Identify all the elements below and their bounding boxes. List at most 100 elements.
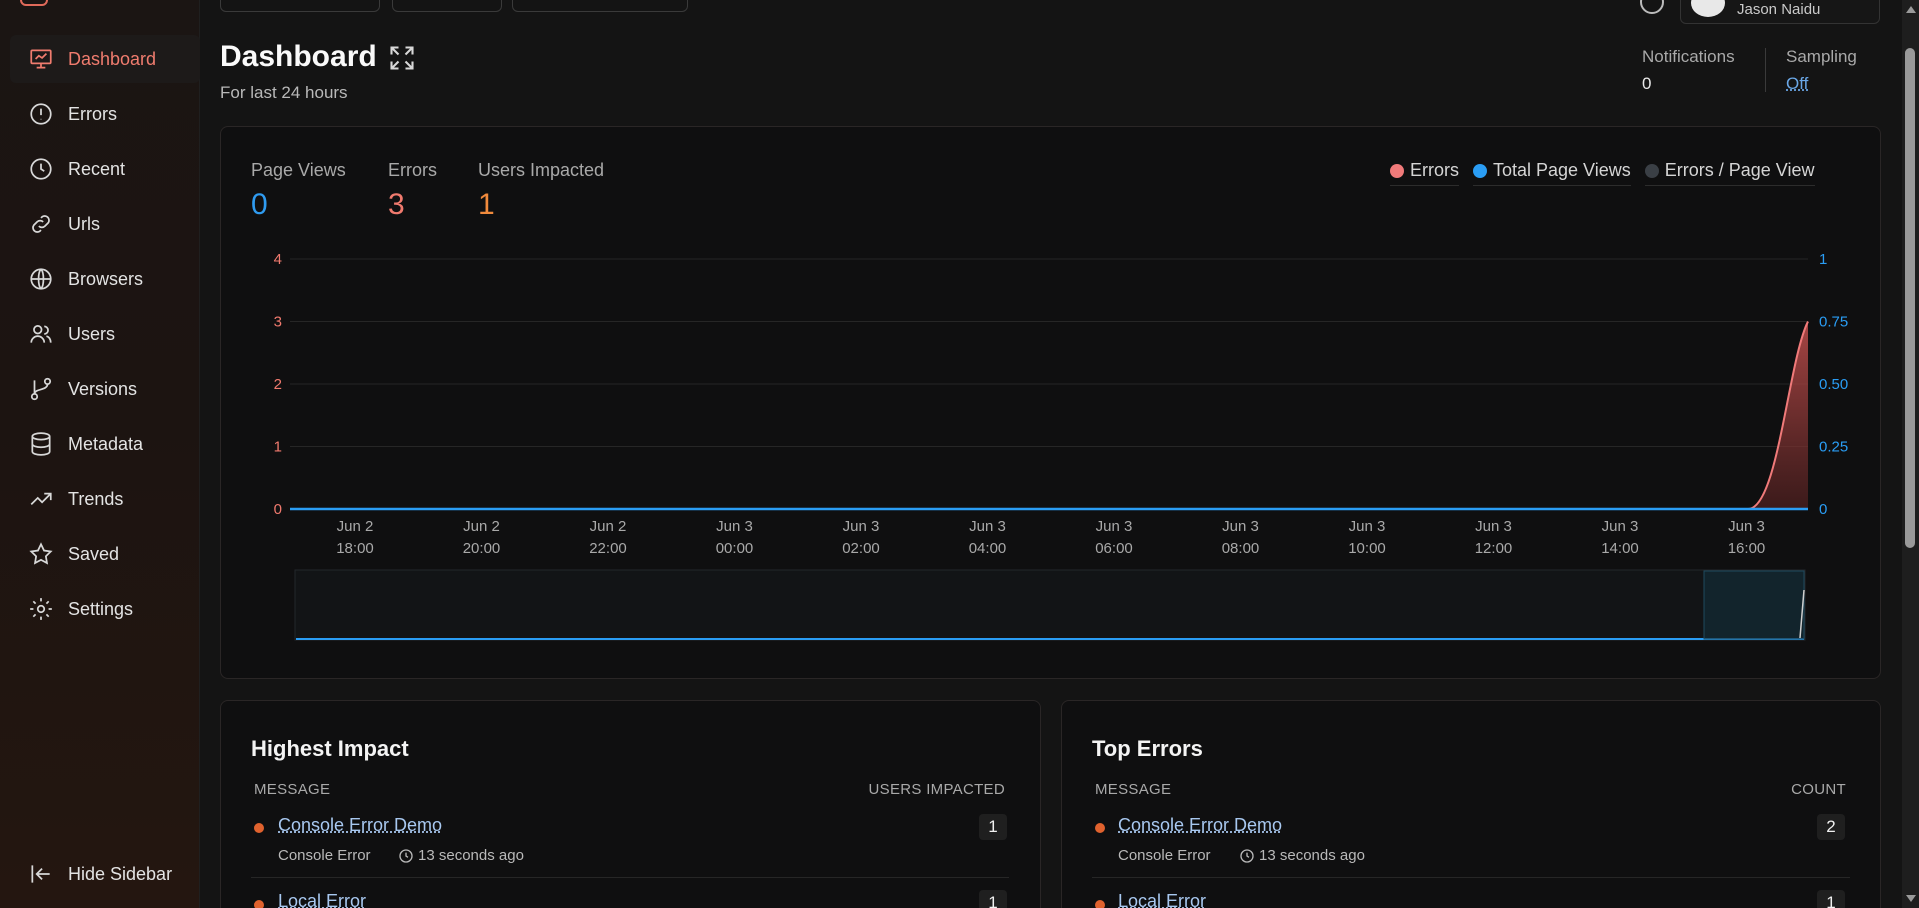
- time-range-control[interactable]: [392, 0, 502, 12]
- sidebar-item-users[interactable]: Users: [10, 310, 200, 358]
- kpi-errors-label: Errors: [388, 160, 437, 180]
- legend-swatch: [1644, 163, 1659, 178]
- sidebar-item-recent[interactable]: Recent: [10, 145, 200, 193]
- error-type: Console Error: [1118, 847, 1211, 864]
- dashboard-icon: [30, 49, 52, 69]
- logo-icon[interactable]: [20, 0, 48, 6]
- error-message-link[interactable]: Console Error Demo: [278, 815, 442, 836]
- top-errors-title: Top Errors: [1092, 736, 1203, 761]
- sidebar-item-label: Errors: [68, 103, 117, 124]
- legend-label: Errors: [1410, 160, 1459, 180]
- error-time: 13 seconds ago: [398, 847, 524, 864]
- kpi-page-views-label: Page Views: [251, 160, 346, 180]
- filter-control[interactable]: [220, 0, 380, 12]
- sidebar-item-label: Users: [68, 323, 116, 344]
- chart-card: [220, 126, 1881, 679]
- search-icon[interactable]: [1640, 0, 1664, 14]
- globe-icon: [30, 268, 52, 290]
- sidebar-item-saved[interactable]: Saved: [10, 530, 200, 578]
- legend-item-errors-per-view[interactable]: Errors / Page View: [1644, 160, 1815, 186]
- error-message-link[interactable]: Local Error: [278, 891, 366, 908]
- sidebar-item-label: Versions: [68, 378, 138, 399]
- clock-icon: [399, 848, 413, 863]
- legend-label: Total Page Views: [1493, 160, 1631, 180]
- git-branch-icon: [30, 377, 52, 401]
- notifications-value: 0: [1642, 74, 1652, 93]
- error-message-link[interactable]: Local Error: [1118, 891, 1206, 908]
- column-header-message: MESSAGE: [1095, 781, 1172, 798]
- star-icon: [29, 542, 53, 565]
- database-icon: [31, 432, 51, 456]
- notifications-label: Notifications: [1642, 47, 1735, 66]
- users-impacted-count: 1: [979, 814, 1007, 840]
- error-status-dot: [1095, 900, 1105, 908]
- sidebar-item-label: Saved: [68, 543, 120, 564]
- sampling-toggle[interactable]: Off: [1786, 74, 1808, 94]
- sidebar-item-browsers[interactable]: Browsers: [10, 255, 200, 303]
- page-subtitle: For last 24 hours: [220, 83, 348, 102]
- link-icon: [32, 215, 50, 233]
- sidebar-item-label: Dashboard: [68, 48, 157, 69]
- column-header-users-impacted: USERS IMPACTED: [868, 781, 1005, 798]
- error-message-link[interactable]: Console Error Demo: [1118, 815, 1282, 836]
- legend-swatch: [1473, 163, 1487, 178]
- chart-legend: Errors Total Page Views Errors / Page Vi…: [1390, 160, 1815, 186]
- legend-item-errors[interactable]: Errors: [1390, 160, 1459, 186]
- error-status-dot: [254, 823, 264, 833]
- sidebar-item-label: Browsers: [68, 268, 144, 289]
- sidebar-item-label: Urls: [68, 213, 100, 234]
- user-name: Jason Naidu: [1737, 1, 1821, 18]
- sidebar-item-label: Metadata: [68, 433, 144, 454]
- sidebar-item-versions[interactable]: Versions: [10, 365, 200, 413]
- alert-circle-icon: [30, 103, 52, 125]
- hide-sidebar-label: Hide Sidebar: [68, 863, 173, 884]
- scroll-down-icon[interactable]: [1906, 895, 1916, 902]
- error-count: 1: [1817, 890, 1845, 908]
- error-count: 2: [1817, 814, 1845, 840]
- legend-swatch: [1390, 163, 1404, 178]
- users-icon: [30, 325, 52, 343]
- error-time-label: 13 seconds ago: [418, 847, 524, 864]
- row-divider: [1092, 877, 1850, 878]
- sidebar-item-metadata[interactable]: Metadata: [10, 420, 200, 468]
- error-status-dot: [254, 900, 264, 908]
- column-header-message: MESSAGE: [254, 781, 331, 798]
- clock-icon: [30, 158, 52, 180]
- kpi-page-views-value: 0: [251, 188, 268, 221]
- avatar: [1691, 0, 1725, 17]
- error-time-label: 13 seconds ago: [1259, 847, 1365, 864]
- clock-icon: [1240, 848, 1254, 863]
- kpi-errors-value: 3: [388, 188, 405, 221]
- sidebar-item-trends[interactable]: Trends: [10, 475, 200, 523]
- sidebar-item-errors[interactable]: Errors: [10, 90, 200, 138]
- sidebar-item-label: Trends: [68, 488, 124, 509]
- column-header-count: COUNT: [1791, 781, 1846, 798]
- header-divider: [1765, 48, 1766, 92]
- sidebar: Dashboard Errors Recent Urls Browsers Us…: [0, 0, 200, 908]
- status-control[interactable]: [512, 0, 688, 12]
- expand-icon[interactable]: [388, 44, 416, 72]
- page-title: Dashboard: [220, 40, 377, 73]
- kpi-users-impacted-value: 1: [478, 188, 495, 221]
- highest-impact-title: Highest Impact: [251, 736, 409, 761]
- user-menu[interactable]: Jason Naidu: [1680, 0, 1880, 24]
- users-impacted-count: 1: [979, 890, 1007, 908]
- sidebar-item-dashboard[interactable]: Dashboard: [10, 35, 200, 83]
- sidebar-item-urls[interactable]: Urls: [10, 200, 200, 248]
- error-type: Console Error: [278, 847, 371, 864]
- sidebar-item-settings[interactable]: Settings: [10, 585, 200, 633]
- scrollbar-thumb[interactable]: [1905, 48, 1915, 548]
- sampling-label: Sampling: [1786, 47, 1857, 66]
- hide-sidebar-button[interactable]: Hide Sidebar: [10, 850, 200, 898]
- scroll-up-icon[interactable]: [1906, 6, 1916, 13]
- error-status-dot: [1095, 823, 1105, 833]
- trending-icon: [30, 492, 52, 506]
- sidebar-item-label: Settings: [68, 598, 134, 619]
- legend-item-page-views[interactable]: Total Page Views: [1473, 160, 1631, 186]
- gear-icon: [30, 598, 52, 620]
- row-divider: [251, 877, 1009, 878]
- collapse-left-icon: [31, 865, 50, 883]
- error-time: 13 seconds ago: [1239, 847, 1365, 864]
- sidebar-item-label: Recent: [68, 158, 126, 179]
- legend-label: Errors / Page View: [1664, 160, 1815, 180]
